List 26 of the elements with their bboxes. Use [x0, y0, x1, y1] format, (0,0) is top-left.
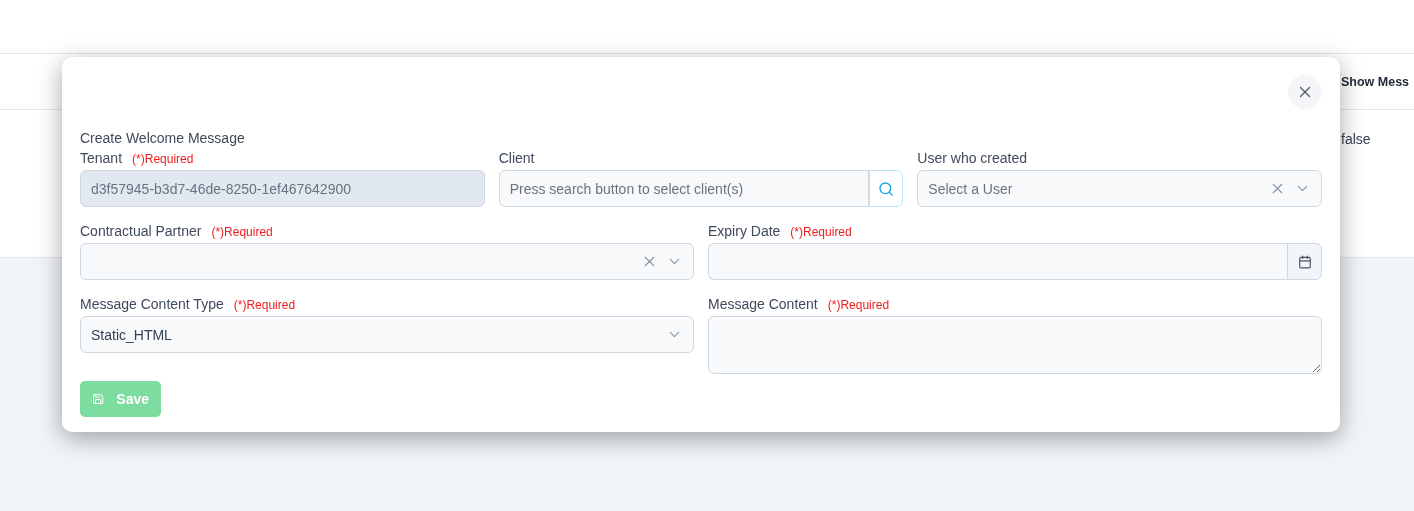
field-label: User who created — [917, 150, 1028, 166]
search-button[interactable] — [869, 170, 904, 207]
close-button[interactable] — [1288, 75, 1322, 109]
dialog-title: Create Welcome Message — [80, 129, 246, 147]
field-label: Expiry Date — [708, 223, 781, 239]
select-field[interactable] — [80, 243, 694, 280]
field-label: Message Content Type — [80, 296, 224, 312]
field-label: Tenant — [80, 150, 123, 166]
required-note: (*)Required — [233, 298, 296, 312]
required-note: (*)Required — [790, 225, 852, 239]
search-icon — [878, 180, 895, 197]
required-note: (*)Required — [827, 298, 890, 312]
column-header: Show Mess — [1341, 74, 1410, 89]
required-note: (*)Required — [132, 152, 194, 166]
calendar-icon — [1297, 254, 1312, 269]
required-note: (*)Required — [211, 225, 273, 239]
field-label: Contractual Partner — [80, 223, 202, 239]
select-field[interactable]: Static_HTML — [80, 316, 694, 353]
save-icon — [92, 391, 105, 407]
select-field[interactable]: Select a User — [917, 170, 1322, 207]
field-label: Client — [498, 150, 535, 166]
field-label: Message Content — [708, 296, 818, 312]
search-field[interactable]: Press search button to select client(s) — [498, 170, 870, 207]
table-cell: false — [1341, 131, 1371, 147]
date-field[interactable] — [708, 243, 1287, 280]
calendar-button[interactable] — [1287, 243, 1322, 280]
